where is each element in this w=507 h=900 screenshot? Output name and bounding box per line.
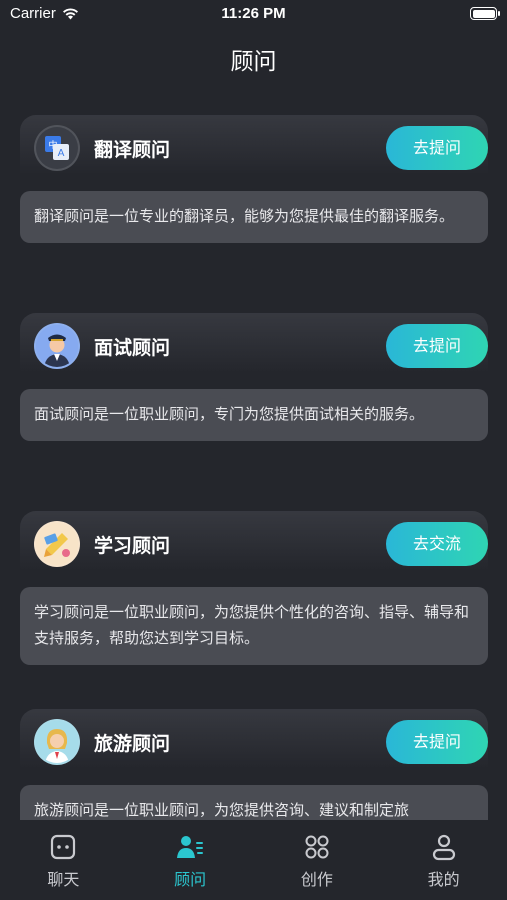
tab-label: 我的 [427, 870, 460, 889]
advisor-card-translate: 中 A 翻译顾问 去提问 翻译顾问是一位专业的翻译员，能够为您提供最佳的翻译服务… [20, 115, 488, 243]
advisor-name: 旅游顾问 [94, 733, 171, 755]
tab-chat[interactable]: 聊天 [0, 820, 127, 900]
tab-create[interactable]: 创作 [254, 820, 381, 900]
advisor-description: 旅游顾问是一位职业顾问，为您提供咨询、建议和制定旅 [20, 785, 488, 820]
status-bar: Carrier 11:26 PM [0, 0, 507, 28]
tab-label: 创作 [300, 870, 333, 889]
tab-advisor[interactable]: 顾问 [127, 820, 254, 900]
tab-label: 顾问 [174, 870, 207, 889]
travel-avatar [34, 719, 80, 765]
ask-button[interactable]: 去提问 [386, 324, 488, 368]
translate-icon: 中 A [34, 125, 80, 171]
advisor-icon [177, 836, 204, 858]
ask-button[interactable]: 去提问 [386, 126, 488, 170]
advisor-name: 翻译顾问 [94, 139, 171, 161]
battery-icon [470, 7, 500, 20]
svg-text:A: A [58, 148, 65, 159]
chat-icon [51, 834, 76, 860]
advisor-list[interactable]: 中 A 翻译顾问 去提问 翻译顾问是一位专业的翻译员，能够为您提供最佳的翻译服务… [0, 115, 507, 820]
status-time: 11:26 PM [221, 5, 286, 22]
study-avatar [34, 521, 80, 567]
ask-button[interactable]: 去提问 [386, 720, 488, 764]
tab-bar: 聊天 顾问 创作 我的 [0, 820, 507, 900]
chat-button[interactable]: 去交流 [386, 522, 488, 566]
interviewer-avatar [34, 323, 80, 369]
advisor-description: 翻译顾问是一位专业的翻译员，能够为您提供最佳的翻译服务。 [20, 191, 488, 243]
advisor-card-travel: 旅游顾问 去提问 旅游顾问是一位职业顾问，为您提供咨询、建议和制定旅 [20, 709, 488, 820]
tab-label: 聊天 [47, 870, 80, 889]
create-icon [305, 835, 329, 859]
advisor-name: 学习顾问 [94, 535, 171, 557]
advisor-card-interview: 面试顾问 去提问 面试顾问是一位职业顾问，专门为您提供面试相关的服务。 [20, 313, 488, 441]
tab-profile[interactable]: 我的 [380, 820, 507, 900]
advisor-description: 学习顾问是一位职业顾问，为您提供个性化的咨询、指导、辅导和支持服务，帮助您达到学… [20, 587, 488, 665]
advisor-name: 面试顾问 [94, 337, 171, 359]
page-title: 顾问 [230, 49, 277, 75]
profile-icon [432, 834, 455, 861]
advisor-description: 面试顾问是一位职业顾问，专门为您提供面试相关的服务。 [20, 389, 488, 441]
advisor-card-study: 学习顾问 去交流 学习顾问是一位职业顾问，为您提供个性化的咨询、指导、辅导和支持… [20, 511, 488, 665]
